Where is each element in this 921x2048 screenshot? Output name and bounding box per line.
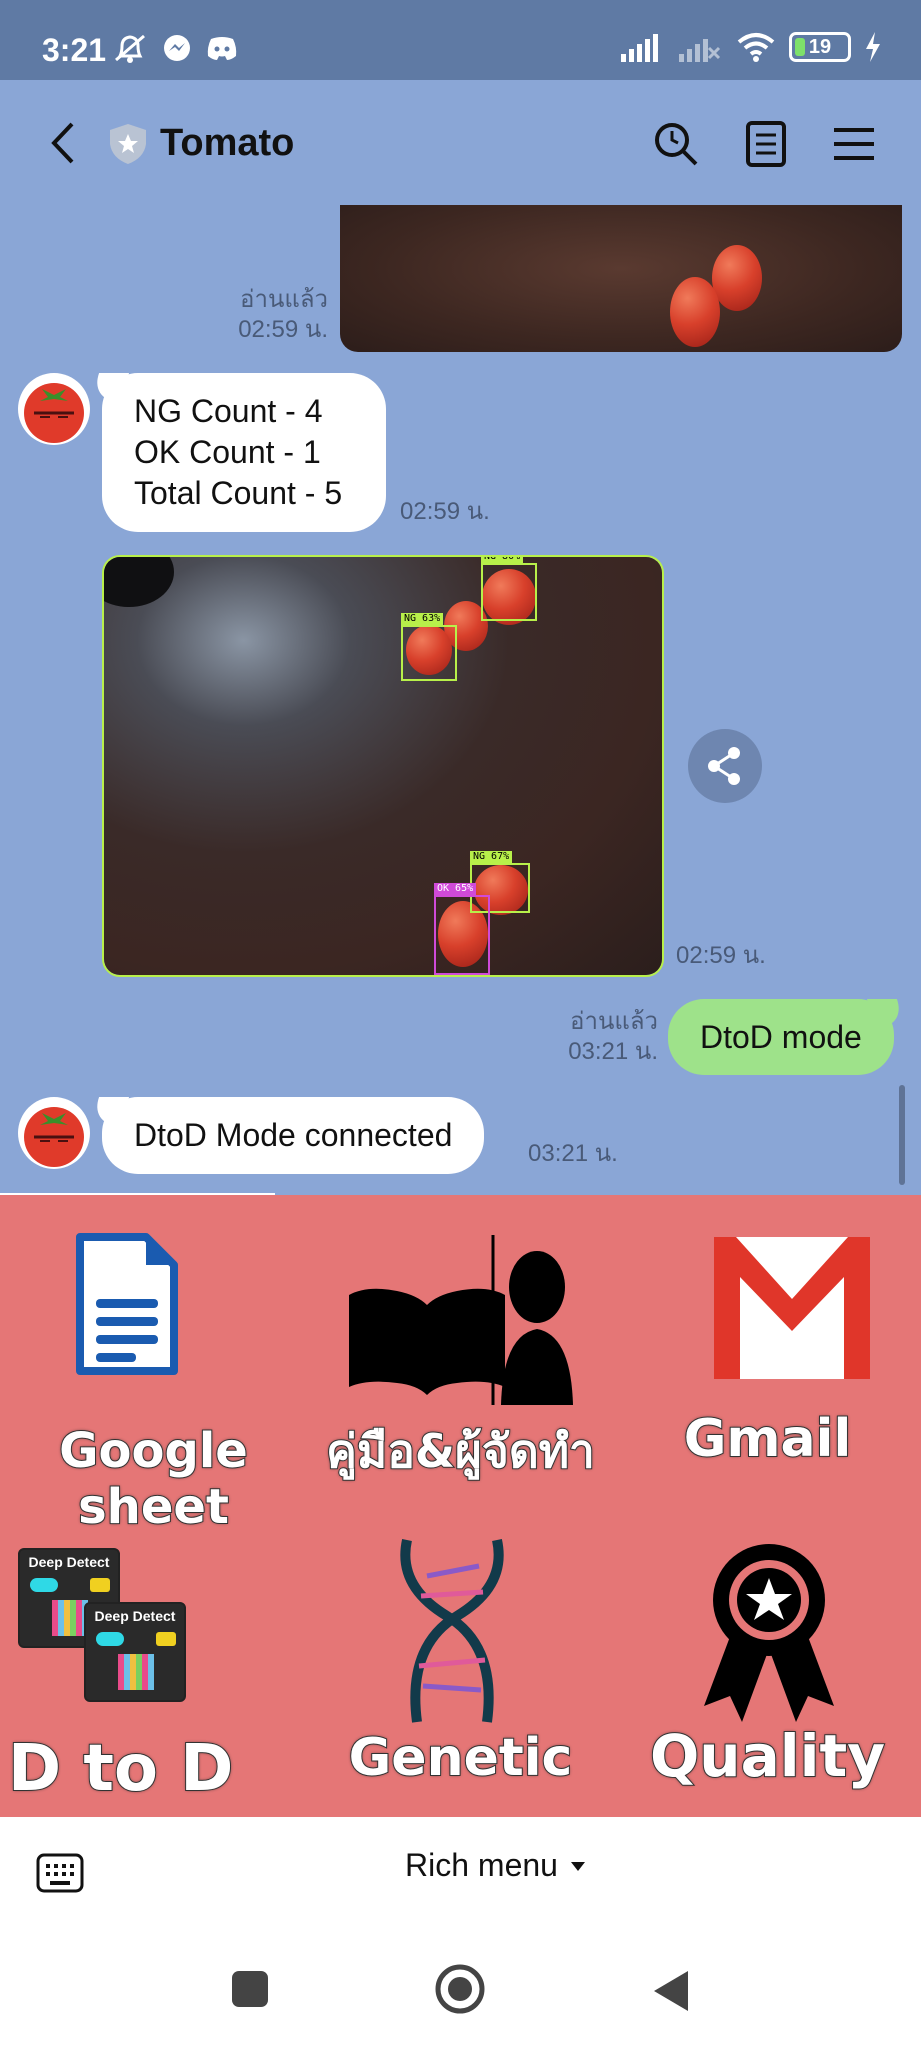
detection-box: OK 65% — [434, 883, 490, 975]
display-grid — [52, 1600, 88, 1636]
detection-label: NG 63% — [401, 613, 444, 625]
dark-spot — [104, 557, 174, 607]
rich-menu-toggle-label: Rich menu — [405, 1847, 558, 1883]
detection-label: OK 65% — [434, 883, 477, 895]
share-icon — [708, 747, 740, 785]
muted-bell-icon — [115, 34, 145, 63]
detection-label: NG 67% — [470, 851, 513, 863]
status-light — [90, 1578, 110, 1592]
rich-menu-label: Quality — [649, 1721, 886, 1791]
system-icons: 19 — [621, 32, 881, 62]
status-time: 3:21 — [42, 32, 107, 68]
read-label: อ่านแล้ว — [240, 286, 328, 313]
detection-photo: NG 80% NG 63% NG 67% OK 65% — [104, 557, 662, 975]
rich-menu: Google sheet คู่มือ&ผู้จัดทำ Gmail Deep … — [0, 1195, 921, 1817]
toggle-indicator — [30, 1578, 58, 1592]
rich-menu-label: D to D — [7, 1731, 234, 1807]
toggle-indicator — [96, 1632, 124, 1646]
detection-box: NG 63% — [401, 613, 457, 681]
gmail-icon — [714, 1237, 870, 1379]
status-bar: 3:21 19 — [0, 0, 921, 80]
system-nav-bar — [0, 1929, 921, 2048]
charging-icon — [866, 32, 880, 62]
tomato-avatar-icon — [24, 383, 84, 443]
back-arrow-icon[interactable] — [44, 118, 84, 168]
ng-count: NG Count - 4 — [134, 393, 323, 429]
messenger-icon — [164, 35, 190, 61]
detection-box: NG 80% — [481, 557, 537, 621]
total-count: Total Count - 5 — [134, 475, 343, 511]
ok-count: OK Count - 1 — [134, 434, 321, 470]
battery-icon: 19 — [789, 32, 851, 62]
tomato-photo — [340, 205, 902, 352]
document-icon — [76, 1233, 178, 1375]
recents-icon[interactable] — [230, 1969, 270, 2009]
rich-menu-quality[interactable]: Quality — [614, 1506, 921, 1817]
device-label: Deep Detect — [94, 1608, 176, 1624]
signal-icon — [621, 34, 658, 62]
home-icon[interactable] — [434, 1963, 486, 2015]
message-time: 02:59 น. — [676, 942, 766, 969]
menu-icon[interactable] — [830, 120, 878, 168]
image-message[interactable] — [340, 205, 902, 352]
deep-detect-device-icon: Deep Detect — [84, 1602, 186, 1702]
rich-menu-toggle[interactable]: Rich menu — [405, 1847, 586, 1884]
rich-menu-manual[interactable]: คู่มือ&ผู้จัดทำ — [307, 1195, 614, 1506]
award-ribbon-icon — [704, 1544, 834, 1722]
signal-off-icon — [679, 39, 721, 62]
tomato — [712, 245, 762, 311]
rich-menu-label: คู่มือ&ผู้จัดทำ — [325, 1423, 596, 1479]
chat-area[interactable]: อ่านแล้ว 02:59 น. NG Count - 4 OK Count … — [0, 205, 921, 1195]
keyboard-icon[interactable] — [36, 1853, 84, 1893]
notification-icons — [112, 32, 238, 64]
bot-avatar[interactable] — [18, 1097, 90, 1169]
rich-menu-dtod[interactable]: Deep Detect Deep Detect D to D — [0, 1506, 307, 1817]
status-light — [156, 1632, 176, 1646]
display-grid — [118, 1654, 154, 1690]
tomato-avatar-icon — [24, 1107, 84, 1167]
device-label: Deep Detect — [28, 1554, 110, 1570]
incoming-message[interactable]: DtoD Mode connected — [102, 1097, 485, 1174]
rich-menu-google-sheet[interactable]: Google sheet — [0, 1195, 307, 1536]
message-time: 03:21 น. — [528, 1140, 618, 1167]
chat-header: Tomato — [0, 80, 921, 205]
rich-menu-label: Gmail — [683, 1408, 853, 1470]
detection-label: NG 80% — [481, 557, 524, 563]
share-button[interactable] — [688, 729, 762, 803]
dna-icon — [400, 1538, 504, 1723]
caret-down-icon — [570, 1861, 585, 1871]
message-time: 02:59 น. — [238, 316, 328, 343]
counts-message[interactable]: NG Count - 4 OK Count - 1 Total Count - … — [102, 373, 386, 532]
battery-level: 19 — [808, 35, 832, 58]
tomato — [670, 277, 720, 347]
message-time: 02:59 น. — [400, 498, 490, 525]
detection-image-message[interactable]: NG 80% NG 63% NG 67% OK 65% — [102, 555, 664, 977]
rich-menu-gmail[interactable]: Gmail — [614, 1195, 921, 1506]
rich-menu-bar: Rich menu — [0, 1817, 921, 1929]
rich-menu-label: Genetic — [348, 1727, 574, 1789]
shield-icon — [110, 124, 146, 164]
read-label: อ่านแล้ว — [570, 1008, 658, 1035]
notes-icon[interactable] — [742, 120, 790, 168]
discord-icon — [207, 37, 237, 60]
message-time: 03:21 น. — [568, 1038, 658, 1065]
message-meta: อ่านแล้ว 02:59 น. — [200, 285, 328, 345]
outgoing-message[interactable]: DtoD mode — [668, 999, 894, 1075]
bot-avatar[interactable] — [18, 373, 90, 445]
book-person-icon — [349, 1235, 573, 1405]
chat-title: Tomato — [160, 122, 295, 164]
scrollbar[interactable] — [899, 1085, 905, 1185]
message-meta: อ่านแล้ว 03:21 น. — [540, 1007, 658, 1067]
back-triangle-icon[interactable] — [650, 1969, 690, 2013]
wifi-icon — [737, 33, 775, 62]
rich-menu-genetic[interactable]: Genetic — [307, 1506, 614, 1817]
search-icon[interactable] — [652, 120, 700, 168]
